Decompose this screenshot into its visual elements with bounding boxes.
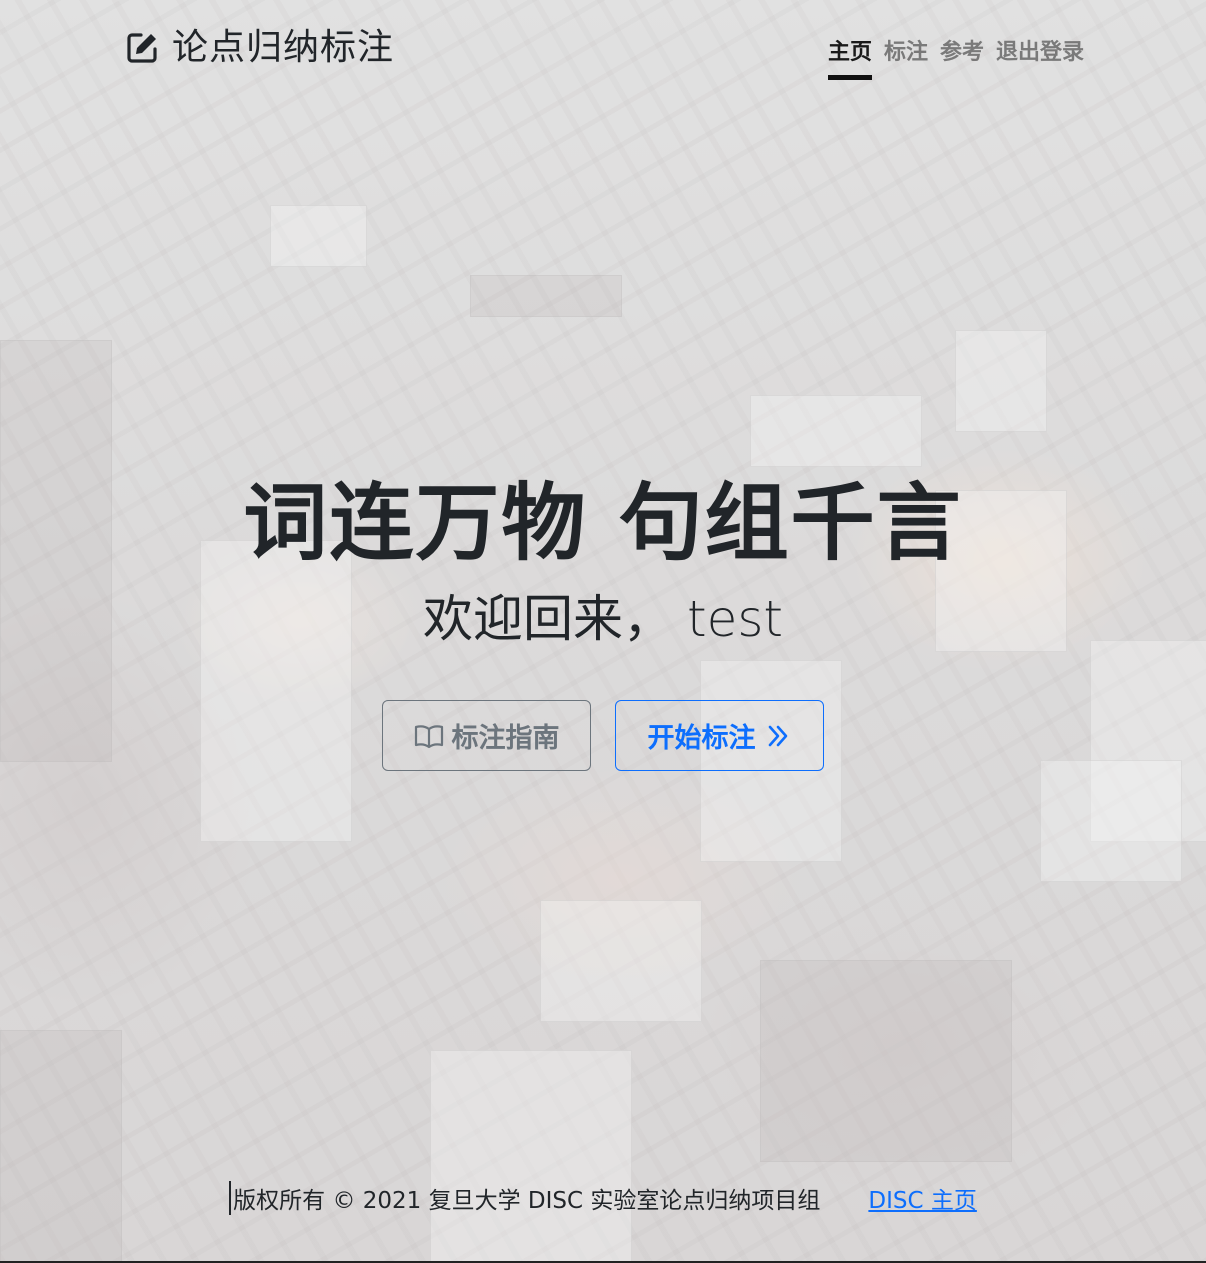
nav-home[interactable]: 主页 (827, 34, 872, 80)
hero-section: 词连万物 句组千言 欢迎回来， test 标注指南 开始标注 (0, 468, 1206, 771)
page: 论点归纳标注 主页 标注 参考 退出登录 词连万物 句组千言 欢迎回来， test… (0, 0, 1206, 1263)
book-icon (414, 723, 444, 749)
start-annotation-button[interactable]: 开始标注 (615, 700, 824, 771)
brand[interactable]: 论点归纳标注 (124, 26, 394, 70)
start-button-label: 开始标注 (647, 723, 756, 754)
guide-button[interactable]: 标注指南 (382, 700, 591, 771)
top-navbar: 论点归纳标注 主页 标注 参考 退出登录 (0, 0, 1206, 96)
hero-headline: 词连万物 句组千言 (243, 474, 963, 572)
welcome-prefix: 欢迎回来， (422, 590, 673, 648)
hero-actions: 标注指南 开始标注 (0, 700, 1206, 771)
chevron-double-right-icon (764, 722, 792, 750)
username: test (686, 590, 784, 648)
edit-icon (124, 30, 160, 66)
disc-homepage-link[interactable]: DISC 主页 (868, 1181, 976, 1215)
nav-reference[interactable]: 参考 (940, 34, 984, 78)
welcome-message: 欢迎回来， test (0, 584, 1206, 654)
nav-logout[interactable]: 退出登录 (996, 34, 1084, 78)
brand-title: 论点归纳标注 (172, 27, 395, 68)
guide-button-label: 标注指南 (451, 723, 560, 754)
nav-annotate[interactable]: 标注 (884, 34, 928, 78)
main-nav: 主页 标注 参考 退出登录 (827, 34, 1084, 80)
footer: 版权所有 © 2021 复旦大学 DISC 实验室论点归纳项目组 DISC 主页 (0, 1178, 1206, 1218)
copyright-text: 版权所有 © 2021 复旦大学 DISC 实验室论点归纳项目组 (229, 1181, 820, 1215)
